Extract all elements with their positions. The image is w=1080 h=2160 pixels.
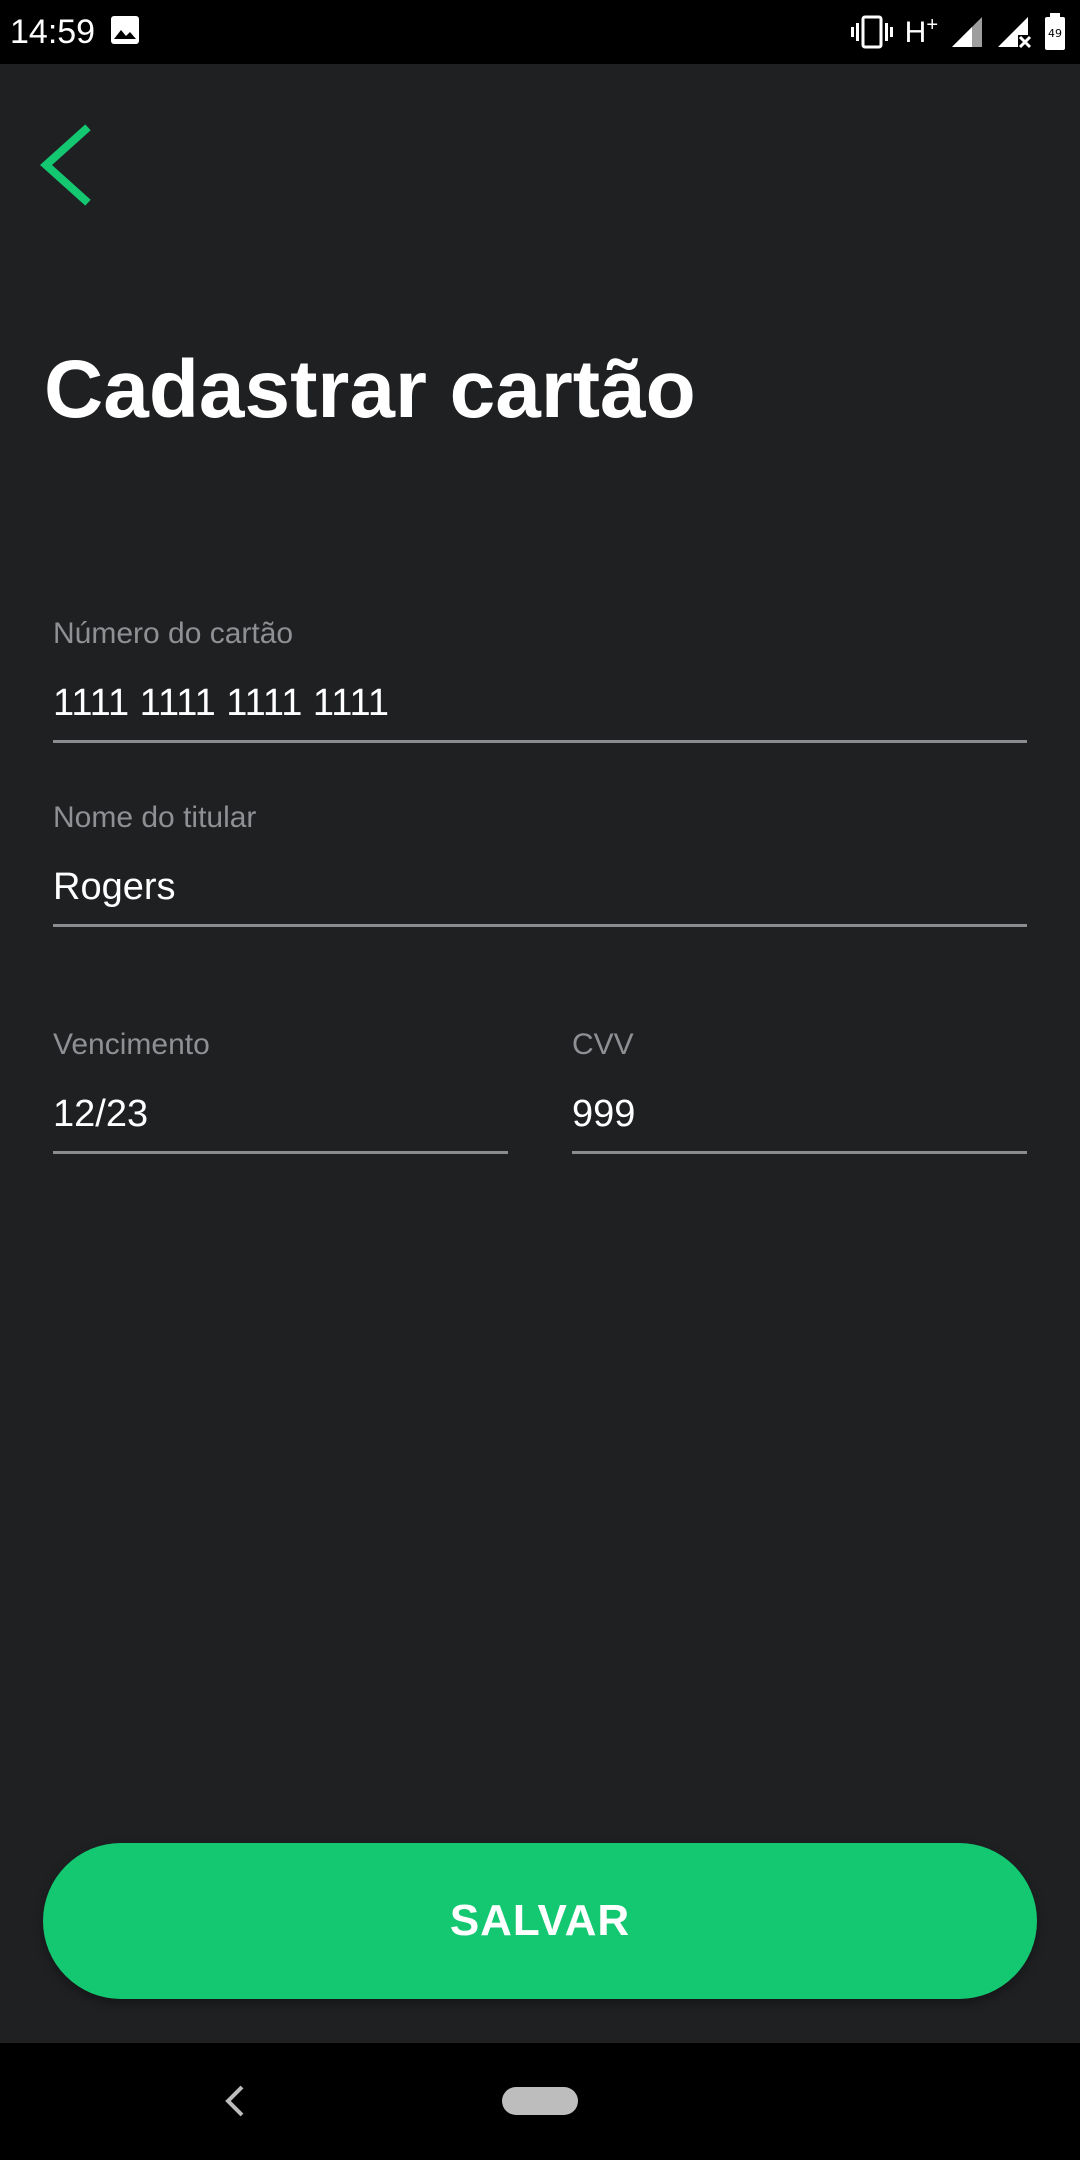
save-button[interactable]: SALVAR (43, 1843, 1037, 1999)
card-number-field: Número do cartão (53, 614, 1027, 743)
status-bar: 14:59 H+ 49 (0, 0, 1080, 64)
nav-back-icon[interactable] (218, 2081, 252, 2121)
holder-name-label: Nome do titular (53, 801, 257, 834)
cvv-field: CVV (572, 1025, 1027, 1154)
battery-icon: 49 (1045, 13, 1065, 50)
status-icons: H+ 49 (850, 10, 1066, 54)
image-icon (111, 16, 139, 44)
nav-home-pill[interactable] (502, 2087, 578, 2115)
page-title: Cadastrar cartão (44, 344, 696, 435)
expiry-field: Vencimento (53, 1025, 508, 1154)
signal-icon (952, 17, 982, 47)
signal-no-data-icon (998, 17, 1032, 49)
expiry-label: Vencimento (53, 1028, 210, 1061)
cvv-input[interactable] (572, 1079, 1027, 1154)
vibrate-icon (850, 15, 893, 49)
app-screen: 14:59 H+ 49 Cadastrar cartão Número do c… (0, 0, 1080, 2160)
expiry-input[interactable] (53, 1079, 508, 1154)
holder-name-input[interactable] (53, 852, 1027, 927)
system-nav-bar (0, 2043, 1080, 2160)
card-number-label: Número do cartão (53, 617, 294, 650)
holder-name-field: Nome do titular (53, 798, 1027, 927)
svg-text:49: 49 (1048, 27, 1062, 40)
back-chevron-icon[interactable] (30, 120, 100, 210)
status-time: 14:59 (10, 13, 96, 51)
cvv-label: CVV (572, 1028, 634, 1061)
network-type: H+ (904, 14, 938, 49)
card-number-input[interactable] (53, 668, 1027, 743)
